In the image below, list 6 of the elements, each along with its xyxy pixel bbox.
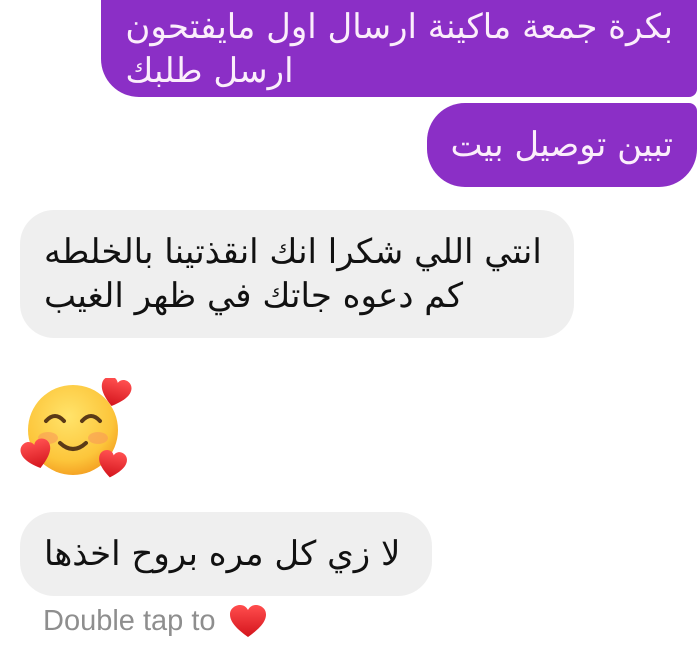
message-bubble: بكرة جمعة ماكينة ارسال اول مايفتحون ارسل طلبك [101,0,697,97]
heart-icon [230,605,266,637]
message-bubble: تبين توصيل بيت [426,103,697,187]
message-bubble: لا زي كل مره بروح اخذها [20,512,432,596]
message-bubble: انتي اللي شكرا انك انقذتينا بالخلطه كم دعوه جاتك في ظهر الغيب [20,210,574,338]
hint-text: Double tap to [43,604,216,639]
